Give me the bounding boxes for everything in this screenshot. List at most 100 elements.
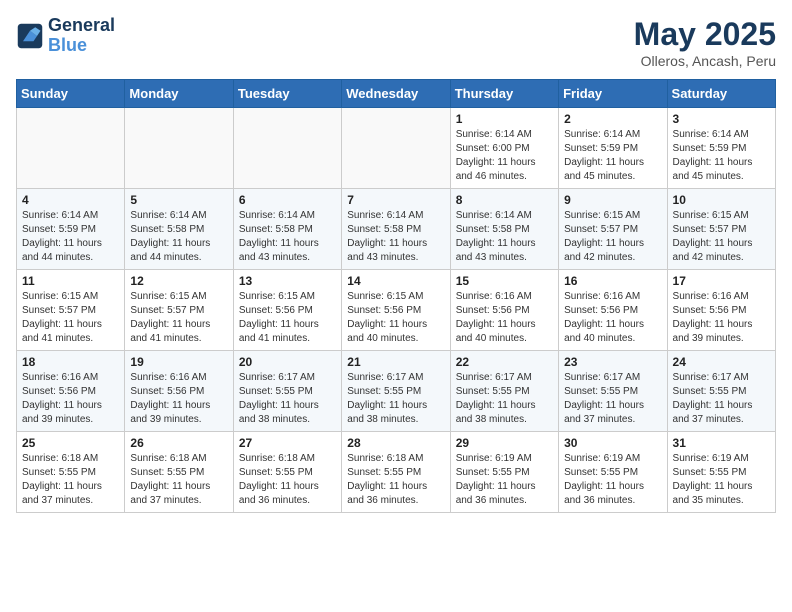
calendar-day-cell: 11 Sunrise: 6:15 AMSunset: 5:57 PMDayligh… (17, 270, 125, 351)
day-number: 15 (456, 274, 553, 288)
calendar-day-cell: 16 Sunrise: 6:16 AMSunset: 5:56 PMDayligh… (559, 270, 667, 351)
day-detail: Sunrise: 6:19 AMSunset: 5:55 PMDaylight:… (673, 452, 770, 508)
logo-icon (16, 22, 44, 50)
day-detail: Sunrise: 6:15 AMSunset: 5:57 PMDaylight:… (673, 209, 770, 265)
location-subtitle: Olleros, Ancash, Peru (634, 53, 776, 69)
calendar-day-cell: 19 Sunrise: 6:16 AMSunset: 5:56 PMDayligh… (125, 351, 233, 432)
day-detail: Sunrise: 6:18 AMSunset: 5:55 PMDaylight:… (22, 452, 119, 508)
weekday-header: Thursday (450, 80, 558, 108)
day-number: 12 (130, 274, 227, 288)
day-number: 30 (564, 436, 661, 450)
day-number: 18 (22, 355, 119, 369)
calendar-day-cell: 22Sunrise: 6:17 AMSunset: 5:55 PMDayligh… (450, 351, 558, 432)
day-number: 29 (456, 436, 553, 450)
day-detail: Sunrise: 6:15 AMSunset: 5:56 PMDaylight:… (239, 290, 336, 346)
day-number: 25 (22, 436, 119, 450)
day-number: 14 (347, 274, 444, 288)
weekday-header: Friday (559, 80, 667, 108)
weekday-header: Monday (125, 80, 233, 108)
calendar-day-cell: 27 Sunrise: 6:18 AMSunset: 5:55 PMDayligh… (233, 432, 341, 513)
calendar-week-row: 4Sunrise: 6:14 AMSunset: 5:59 PMDaylight… (17, 189, 776, 270)
day-number: 9 (564, 193, 661, 207)
day-number: 23 (564, 355, 661, 369)
day-detail: Sunrise: 6:14 AMSunset: 5:58 PMDaylight:… (347, 209, 444, 265)
day-detail: Sunrise: 6:15 AMSunset: 5:57 PMDaylight:… (130, 290, 227, 346)
calendar-day-cell: 2 Sunrise: 6:14 AMSunset: 5:59 PMDaylight… (559, 108, 667, 189)
calendar-day-cell: 17 Sunrise: 6:16 AMSunset: 5:56 PMDayligh… (667, 270, 775, 351)
calendar-day-cell: 24 Sunrise: 6:17 AMSunset: 5:55 PMDayligh… (667, 351, 775, 432)
day-detail: Sunrise: 6:14 AMSunset: 5:58 PMDaylight:… (130, 209, 227, 265)
day-detail: Sunrise: 6:14 AMSunset: 6:00 PMDaylight:… (456, 128, 553, 184)
day-detail: Sunrise: 6:16 AMSunset: 5:56 PMDaylight:… (564, 290, 661, 346)
calendar-day-cell: 26 Sunrise: 6:18 AMSunset: 5:55 PMDayligh… (125, 432, 233, 513)
calendar-day-cell: 13Sunrise: 6:15 AMSunset: 5:56 PMDayligh… (233, 270, 341, 351)
day-number: 5 (130, 193, 227, 207)
day-detail: Sunrise: 6:17 AMSunset: 5:55 PMDaylight:… (673, 371, 770, 427)
calendar-day-cell: 8Sunrise: 6:14 AMSunset: 5:58 PMDaylight… (450, 189, 558, 270)
logo-line2: Blue (48, 35, 87, 55)
day-number: 21 (347, 355, 444, 369)
calendar-week-row: 25 Sunrise: 6:18 AMSunset: 5:55 PMDayligh… (17, 432, 776, 513)
day-detail: Sunrise: 6:19 AMSunset: 5:55 PMDaylight:… (564, 452, 661, 508)
calendar-day-cell: 10Sunrise: 6:15 AMSunset: 5:57 PMDayligh… (667, 189, 775, 270)
day-detail: Sunrise: 6:14 AMSunset: 5:59 PMDaylight:… (673, 128, 770, 184)
day-detail: Sunrise: 6:18 AMSunset: 5:55 PMDaylight:… (130, 452, 227, 508)
weekday-header: Wednesday (342, 80, 450, 108)
calendar-day-cell: 21 Sunrise: 6:17 AMSunset: 5:55 PMDayligh… (342, 351, 450, 432)
day-detail: Sunrise: 6:14 AMSunset: 5:58 PMDaylight:… (239, 209, 336, 265)
calendar-day-cell: 30 Sunrise: 6:19 AMSunset: 5:55 PMDayligh… (559, 432, 667, 513)
day-detail: Sunrise: 6:18 AMSunset: 5:55 PMDaylight:… (239, 452, 336, 508)
day-detail: Sunrise: 6:17 AMSunset: 5:55 PMDaylight:… (564, 371, 661, 427)
day-detail: Sunrise: 6:16 AMSunset: 5:56 PMDaylight:… (130, 371, 227, 427)
page-header: General Blue May 2025 Olleros, Ancash, P… (16, 16, 776, 69)
day-detail: Sunrise: 6:16 AMSunset: 5:56 PMDaylight:… (456, 290, 553, 346)
logo: General Blue (16, 16, 115, 56)
day-detail: Sunrise: 6:15 AMSunset: 5:56 PMDaylight:… (347, 290, 444, 346)
day-detail: Sunrise: 6:15 AMSunset: 5:57 PMDaylight:… (22, 290, 119, 346)
calendar-week-row: 18 Sunrise: 6:16 AMSunset: 5:56 PMDayligh… (17, 351, 776, 432)
day-number: 7 (347, 193, 444, 207)
day-detail: Sunrise: 6:14 AMSunset: 5:59 PMDaylight:… (564, 128, 661, 184)
calendar-day-cell: 23 Sunrise: 6:17 AMSunset: 5:55 PMDayligh… (559, 351, 667, 432)
day-detail: Sunrise: 6:16 AMSunset: 5:56 PMDaylight:… (22, 371, 119, 427)
day-number: 4 (22, 193, 119, 207)
calendar-day-cell (342, 108, 450, 189)
calendar-table: SundayMondayTuesdayWednesdayThursdayFrid… (16, 79, 776, 513)
day-number: 11 (22, 274, 119, 288)
weekday-header: Tuesday (233, 80, 341, 108)
day-detail: Sunrise: 6:17 AMSunset: 5:55 PMDaylight:… (347, 371, 444, 427)
weekday-header: Saturday (667, 80, 775, 108)
day-number: 3 (673, 112, 770, 126)
calendar-day-cell: 9 Sunrise: 6:15 AMSunset: 5:57 PMDaylight… (559, 189, 667, 270)
calendar-day-cell: 4Sunrise: 6:14 AMSunset: 5:59 PMDaylight… (17, 189, 125, 270)
day-number: 26 (130, 436, 227, 450)
day-number: 27 (239, 436, 336, 450)
calendar-day-cell: 20Sunrise: 6:17 AMSunset: 5:55 PMDayligh… (233, 351, 341, 432)
day-number: 6 (239, 193, 336, 207)
calendar-day-cell: 28Sunrise: 6:18 AMSunset: 5:55 PMDayligh… (342, 432, 450, 513)
calendar-day-cell: 18 Sunrise: 6:16 AMSunset: 5:56 PMDayligh… (17, 351, 125, 432)
calendar-week-row: 11 Sunrise: 6:15 AMSunset: 5:57 PMDayligh… (17, 270, 776, 351)
day-detail: Sunrise: 6:17 AMSunset: 5:55 PMDaylight:… (239, 371, 336, 427)
day-detail: Sunrise: 6:16 AMSunset: 5:56 PMDaylight:… (673, 290, 770, 346)
day-detail: Sunrise: 6:18 AMSunset: 5:55 PMDaylight:… (347, 452, 444, 508)
title-area: May 2025 Olleros, Ancash, Peru (634, 16, 776, 69)
day-number: 17 (673, 274, 770, 288)
day-detail: Sunrise: 6:17 AMSunset: 5:55 PMDaylight:… (456, 371, 553, 427)
calendar-day-cell: 14 Sunrise: 6:15 AMSunset: 5:56 PMDayligh… (342, 270, 450, 351)
day-number: 2 (564, 112, 661, 126)
day-number: 16 (564, 274, 661, 288)
day-detail: Sunrise: 6:15 AMSunset: 5:57 PMDaylight:… (564, 209, 661, 265)
calendar-day-cell: 25 Sunrise: 6:18 AMSunset: 5:55 PMDayligh… (17, 432, 125, 513)
calendar-day-cell: 6 Sunrise: 6:14 AMSunset: 5:58 PMDaylight… (233, 189, 341, 270)
calendar-day-cell: 3 Sunrise: 6:14 AMSunset: 5:59 PMDaylight… (667, 108, 775, 189)
day-number: 19 (130, 355, 227, 369)
weekday-header-row: SundayMondayTuesdayWednesdayThursdayFrid… (17, 80, 776, 108)
calendar-day-cell: 7 Sunrise: 6:14 AMSunset: 5:58 PMDaylight… (342, 189, 450, 270)
calendar-day-cell: 29Sunrise: 6:19 AMSunset: 5:55 PMDayligh… (450, 432, 558, 513)
calendar-day-cell: 5 Sunrise: 6:14 AMSunset: 5:58 PMDaylight… (125, 189, 233, 270)
calendar-day-cell: 1Sunrise: 6:14 AMSunset: 6:00 PMDaylight… (450, 108, 558, 189)
day-number: 24 (673, 355, 770, 369)
calendar-day-cell (233, 108, 341, 189)
day-number: 31 (673, 436, 770, 450)
